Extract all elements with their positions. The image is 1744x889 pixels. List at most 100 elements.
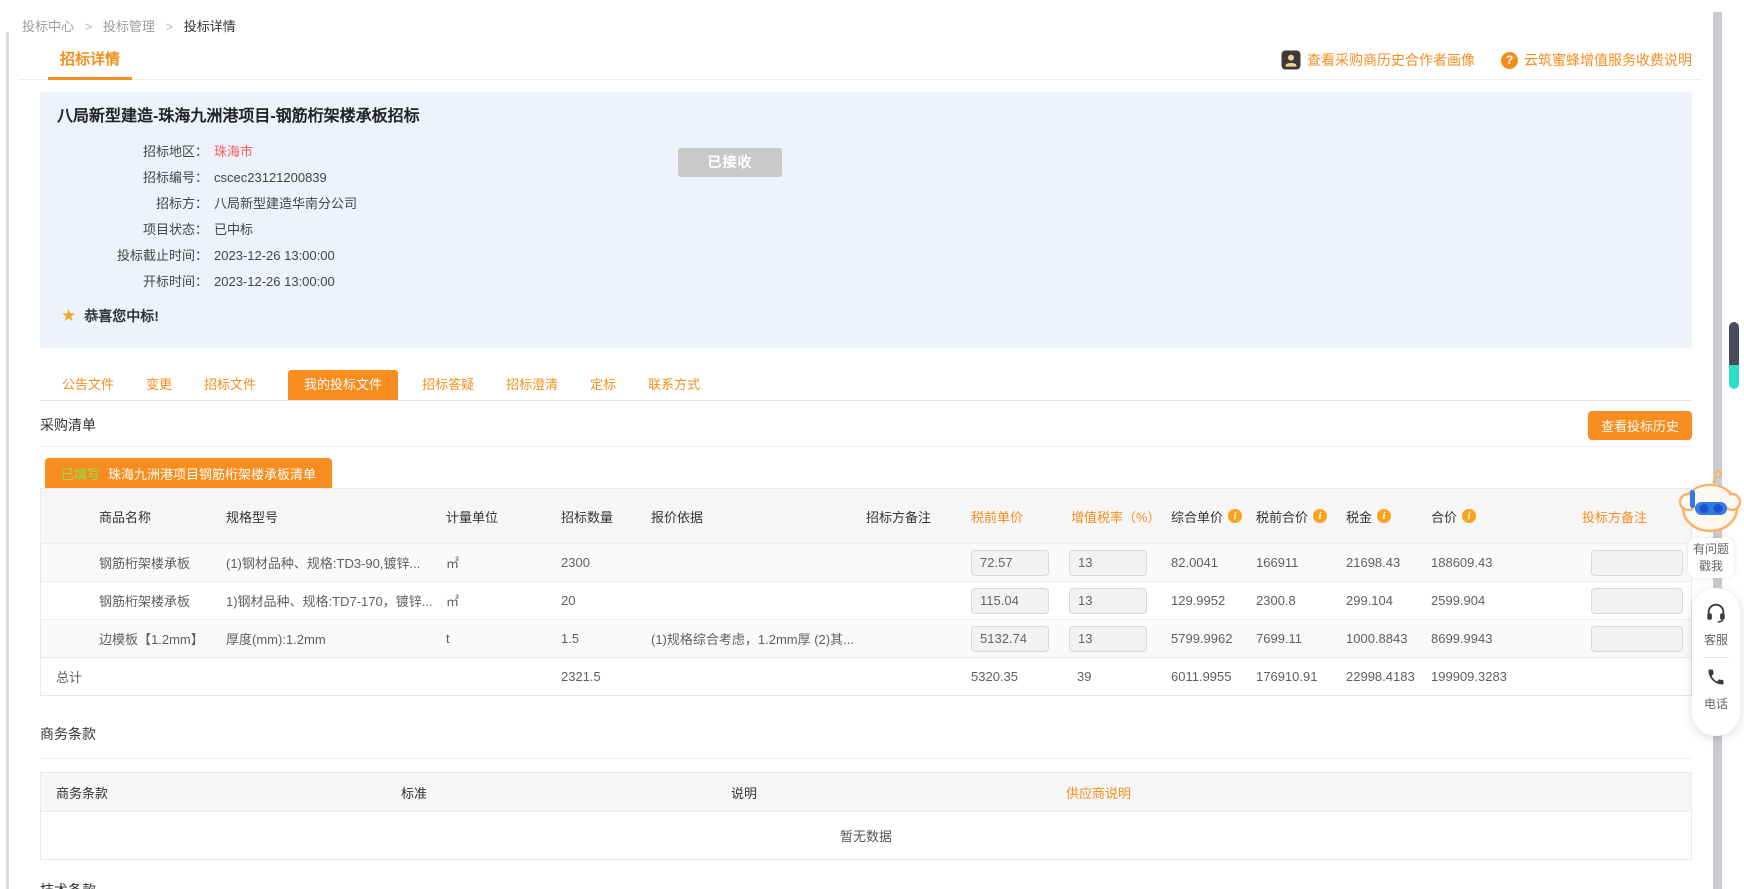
breadcrumb-separator: >: [85, 19, 93, 34]
procurement-section-header: 采购清单 查看投标历史: [40, 404, 1692, 447]
col-header-buyer-remark: 招标方备注: [866, 507, 951, 526]
vat-rate-input[interactable]: [1069, 588, 1147, 614]
field-label: 项目状态：: [40, 217, 208, 243]
service-label[interactable]: 电话: [1704, 695, 1728, 712]
divider: [1703, 657, 1729, 658]
info-row-open-time: 开标时间： 2023-12-26 13:00:00: [40, 269, 1692, 295]
scrollbar-thumb[interactable]: [1729, 322, 1739, 389]
section-title-business-terms: 商务条款: [40, 724, 1692, 744]
breadcrumb-item-bid-center[interactable]: 投标中心: [22, 19, 74, 34]
col-header-label: 税前合价: [1256, 507, 1308, 526]
scrollbar-track[interactable]: [1713, 12, 1722, 889]
mascot-icon[interactable]: [1678, 466, 1742, 538]
question-icon: ?: [1501, 52, 1518, 69]
tab-tender-qa[interactable]: 招标答疑: [422, 370, 474, 400]
pretax-price-input[interactable]: [971, 550, 1049, 576]
headset-icon[interactable]: [1704, 601, 1728, 628]
tab-award[interactable]: 定标: [590, 370, 616, 400]
view-bid-history-button[interactable]: 查看投标历史: [1588, 411, 1692, 440]
link-label: 云筑蜜蜂增值服务收费说明: [1524, 50, 1692, 70]
col-header-spec: 规格型号: [206, 507, 446, 526]
tab-my-bid-documents[interactable]: 我的投标文件: [288, 370, 398, 400]
col-header-pretax-price: 税前单价: [951, 507, 1051, 526]
breadcrumb-item-bid-management[interactable]: 投标管理: [103, 19, 155, 34]
ask-me-bubble[interactable]: 有问题戳我: [1688, 538, 1734, 578]
info-row-tender-no: 招标编号： cscec23121200839: [40, 165, 1692, 191]
field-value-tenderer: 八局新型建造华南分公司: [214, 191, 357, 217]
field-value-region: 珠海市: [214, 139, 253, 165]
info-row-project-status: 项目状态： 已中标: [40, 217, 1692, 243]
col-header-supplier-description: 供应商说明: [1051, 783, 1693, 802]
pretax-price-input[interactable]: [971, 626, 1049, 652]
link-label: 查看采购商历史合作者画像: [1307, 50, 1475, 70]
cell-total: 8699.9943: [1431, 631, 1556, 646]
service-label[interactable]: 客服: [1704, 631, 1728, 648]
info-icon[interactable]: i: [1377, 509, 1391, 523]
filled-status-badge: 已填写: [61, 464, 100, 483]
detail-tabs: 公告文件 变更 招标文件 我的投标文件 招标答疑 招标澄清 定标 联系方式: [40, 370, 1692, 401]
breadcrumb: 投标中心 > 投标管理 > 投标详情: [22, 16, 236, 35]
tab-tender-clarification[interactable]: 招标澄清: [506, 370, 558, 400]
star-icon: ★: [61, 306, 76, 326]
info-icon[interactable]: i: [1313, 509, 1327, 523]
table-header-row: 商品名称 规格型号 计量单位 招标数量 报价依据 招标方备注 税前单价 增值税率…: [41, 489, 1691, 543]
top-tabbar: 招标详情 查看采购商历史合作者画像 ? 云筑蜜蜂增值服务收费说明: [18, 40, 1702, 80]
cell-tax-total: 22998.4183: [1346, 669, 1431, 684]
col-header-quote-basis: 报价依据: [651, 507, 866, 526]
phone-icon[interactable]: [1706, 667, 1726, 692]
link-value-service-fee-info[interactable]: ? 云筑蜜蜂增值服务收费说明: [1501, 50, 1692, 70]
pretax-price-input[interactable]: [971, 588, 1049, 614]
cell-comprehensive-price: 129.9952: [1171, 593, 1256, 608]
bid-summary-panel: 八局新型建造-珠海九洲港项目-钢筋桁架楼承板招标 招标地区： 珠海市 招标编号：…: [40, 92, 1692, 348]
cell-qty: 2300: [561, 555, 651, 570]
table-row: 钢筋桁架楼承板 (1)钢材品种、规格:TD3-90,镀锌... ㎡ 2300 8…: [41, 543, 1691, 581]
technical-terms-section-header: 技术条款: [40, 874, 1692, 889]
supplier-remark-input[interactable]: [1591, 588, 1683, 614]
supplier-remark-input[interactable]: [1591, 626, 1683, 652]
table-row: 边模板【1.2mm】 厚度(mm):1.2mm t 1.5 (1)规格综合考虑，…: [41, 619, 1691, 657]
table-row: 钢筋桁架楼承板 1)钢材品种、规格:TD7-170，镀锌... ㎡ 20 129…: [41, 581, 1691, 619]
business-terms-table: 商务条款 标准 说明 供应商说明 暂无数据: [40, 772, 1692, 860]
vat-rate-input[interactable]: [1069, 550, 1147, 576]
tab-tender-detail[interactable]: 招标详情: [40, 40, 140, 80]
field-value-project-status: 已中标: [214, 217, 253, 243]
cell-total: 2599.904: [1431, 593, 1556, 608]
info-icon[interactable]: i: [1462, 509, 1476, 523]
col-header-supplier-remark: 投标方备注: [1556, 507, 1693, 526]
cell-unit: ㎡: [446, 591, 561, 610]
cell-vat-rate-total: 39: [1051, 669, 1171, 684]
list-tab-row: 已填写 珠海九洲港项目钢筋桁架楼承板清单: [45, 458, 1702, 488]
cell-total-total: 199909.3283: [1431, 669, 1556, 684]
section-title-technical-terms: 技术条款: [40, 880, 1692, 889]
link-buyer-history-portrait[interactable]: 查看采购商历史合作者画像: [1281, 50, 1475, 70]
col-header-comprehensive-price: 综合单价 i: [1171, 507, 1256, 526]
breadcrumb-separator: >: [166, 19, 174, 34]
cell-tax: 21698.43: [1346, 555, 1431, 570]
cell-tax: 299.104: [1346, 593, 1431, 608]
tab-announcement-files[interactable]: 公告文件: [62, 370, 114, 400]
supplier-remark-input[interactable]: [1591, 550, 1683, 576]
cell-product-name: 钢筋桁架楼承板: [41, 591, 206, 610]
vat-rate-input[interactable]: [1069, 626, 1147, 652]
cell-spec: 厚度(mm):1.2mm: [206, 629, 446, 648]
page: 投标中心 > 投标管理 > 投标详情 招标详情 查看采购商历史合作者画像 ? 云…: [0, 0, 1744, 889]
left-edge-divider: [6, 32, 9, 889]
info-icon[interactable]: i: [1228, 509, 1242, 523]
tab-changes[interactable]: 变更: [146, 370, 172, 400]
field-value-deadline: 2023-12-26 13:00:00: [214, 243, 335, 269]
col-header-label: 税金: [1346, 507, 1372, 526]
tab-tender-documents[interactable]: 招标文件: [204, 370, 256, 400]
tab-contact[interactable]: 联系方式: [648, 370, 700, 400]
col-header-unit: 计量单位: [446, 507, 561, 526]
table-total-row: 总计 2321.5 5320.35 39 6011.9955 176910.91…: [41, 657, 1691, 695]
cell-total-label: 总计: [41, 667, 206, 686]
cell-qty-total: 2321.5: [561, 669, 651, 684]
cell-comprehensive-price: 5799.9962: [1171, 631, 1256, 646]
cell-spec: 1)钢材品种、规格:TD7-170，镀锌...: [206, 591, 446, 610]
field-label: 招标地区：: [40, 139, 208, 165]
col-header-pretax-total: 税前合价 i: [1256, 507, 1346, 526]
list-tab-active[interactable]: 已填写 珠海九洲港项目钢筋桁架楼承板清单: [45, 458, 332, 488]
info-row-tenderer: 招标方： 八局新型建造华南分公司: [40, 191, 1692, 217]
cell-tax: 1000.8843: [1346, 631, 1431, 646]
col-header-product-name: 商品名称: [41, 507, 206, 526]
